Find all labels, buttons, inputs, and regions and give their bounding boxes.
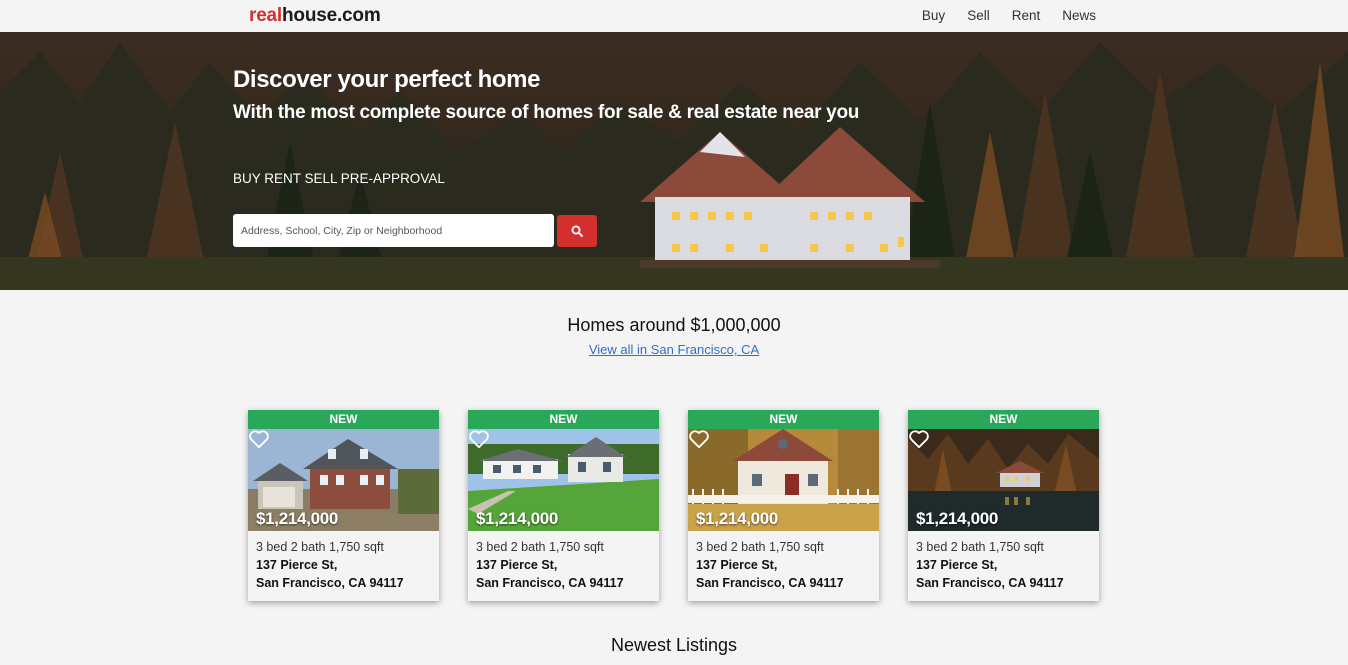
logo-suffix: house.com — [282, 5, 381, 26]
new-badge: NEW — [468, 410, 659, 429]
nav-news[interactable]: News — [1062, 8, 1096, 23]
listing-price: $1,214,000 — [696, 509, 779, 528]
main-nav: Buy Sell Rent News — [922, 8, 1096, 23]
search-button[interactable] — [557, 215, 597, 247]
newest-listings-title: Newest Listings — [610, 635, 738, 655]
listing-photo: $1,214,000 — [248, 429, 439, 531]
new-badge: NEW — [908, 410, 1099, 429]
listing-street: 137 Pierce St, — [916, 558, 998, 572]
hero-title: Discover your perfect home — [233, 66, 541, 93]
listing-street: 137 Pierce St, — [256, 558, 338, 572]
listing-photo: $1,214,000 — [908, 429, 1099, 531]
hero-background-image — [0, 32, 1348, 290]
listing-card[interactable]: NEW $1,214,000 3 bed 2 bath 1,750 sqft 1… — [248, 410, 439, 601]
search-input[interactable] — [233, 214, 554, 247]
listing-photo: $1,214,000 — [688, 429, 879, 531]
listing-price: $1,214,000 — [256, 509, 339, 528]
featured-section-title: Homes around $1,000,000 — [567, 315, 781, 335]
top-navigation-bar: realhouse.com Buy Sell Rent News — [0, 0, 1348, 32]
view-all-link[interactable]: View all in San Francisco, CA — [589, 342, 759, 357]
nav-sell[interactable]: Sell — [967, 8, 990, 23]
heart-icon[interactable] — [248, 429, 270, 449]
listing-city: San Francisco, CA 94117 — [256, 576, 404, 590]
logo-prefix: real — [249, 5, 283, 26]
listing-card[interactable]: NEW $1,214,000 3 bed 2 bath 1,750 sqft 1… — [468, 410, 659, 601]
new-badge: NEW — [688, 410, 879, 429]
listing-city: San Francisco, CA 94117 — [916, 576, 1064, 590]
listing-card[interactable]: NEW $1,214,000 3 bed 2 bath 1,750 sqft 1… — [908, 410, 1099, 601]
listing-price: $1,214,000 — [476, 509, 559, 528]
listing-specs: 3 bed 2 bath 1,750 sqft — [916, 540, 1044, 554]
listing-city: San Francisco, CA 94117 — [476, 576, 624, 590]
listing-city: San Francisco, CA 94117 — [696, 576, 844, 590]
listing-card[interactable]: NEW $1,214,000 3 bed 2 bath 1,750 sqft 1… — [688, 410, 879, 601]
nav-buy[interactable]: Buy — [922, 8, 945, 23]
listing-specs: 3 bed 2 bath 1,750 sqft — [696, 540, 824, 554]
hero-banner: Discover your perfect home With the most… — [0, 32, 1348, 290]
listing-price: $1,214,000 — [916, 509, 999, 528]
listing-street: 137 Pierce St, — [696, 558, 778, 572]
hero-subtitle: With the most complete source of homes f… — [233, 102, 860, 123]
new-badge: NEW — [248, 410, 439, 429]
featured-view-all: View all in San Francisco, CA — [0, 342, 1348, 357]
listing-street: 137 Pierce St, — [476, 558, 558, 572]
listing-specs: 3 bed 2 bath 1,750 sqft — [476, 540, 604, 554]
hero-search-modes[interactable]: BUY RENT SELL PRE-APPROVAL — [233, 171, 445, 186]
nav-rent[interactable]: Rent — [1012, 8, 1041, 23]
heart-icon[interactable] — [908, 429, 930, 449]
listing-photo: $1,214,000 — [468, 429, 659, 531]
search-icon — [571, 225, 583, 237]
heart-icon[interactable] — [688, 429, 710, 449]
site-logo[interactable]: realhouse.com — [249, 5, 381, 27]
listing-specs: 3 bed 2 bath 1,750 sqft — [256, 540, 384, 554]
heart-icon[interactable] — [468, 429, 490, 449]
